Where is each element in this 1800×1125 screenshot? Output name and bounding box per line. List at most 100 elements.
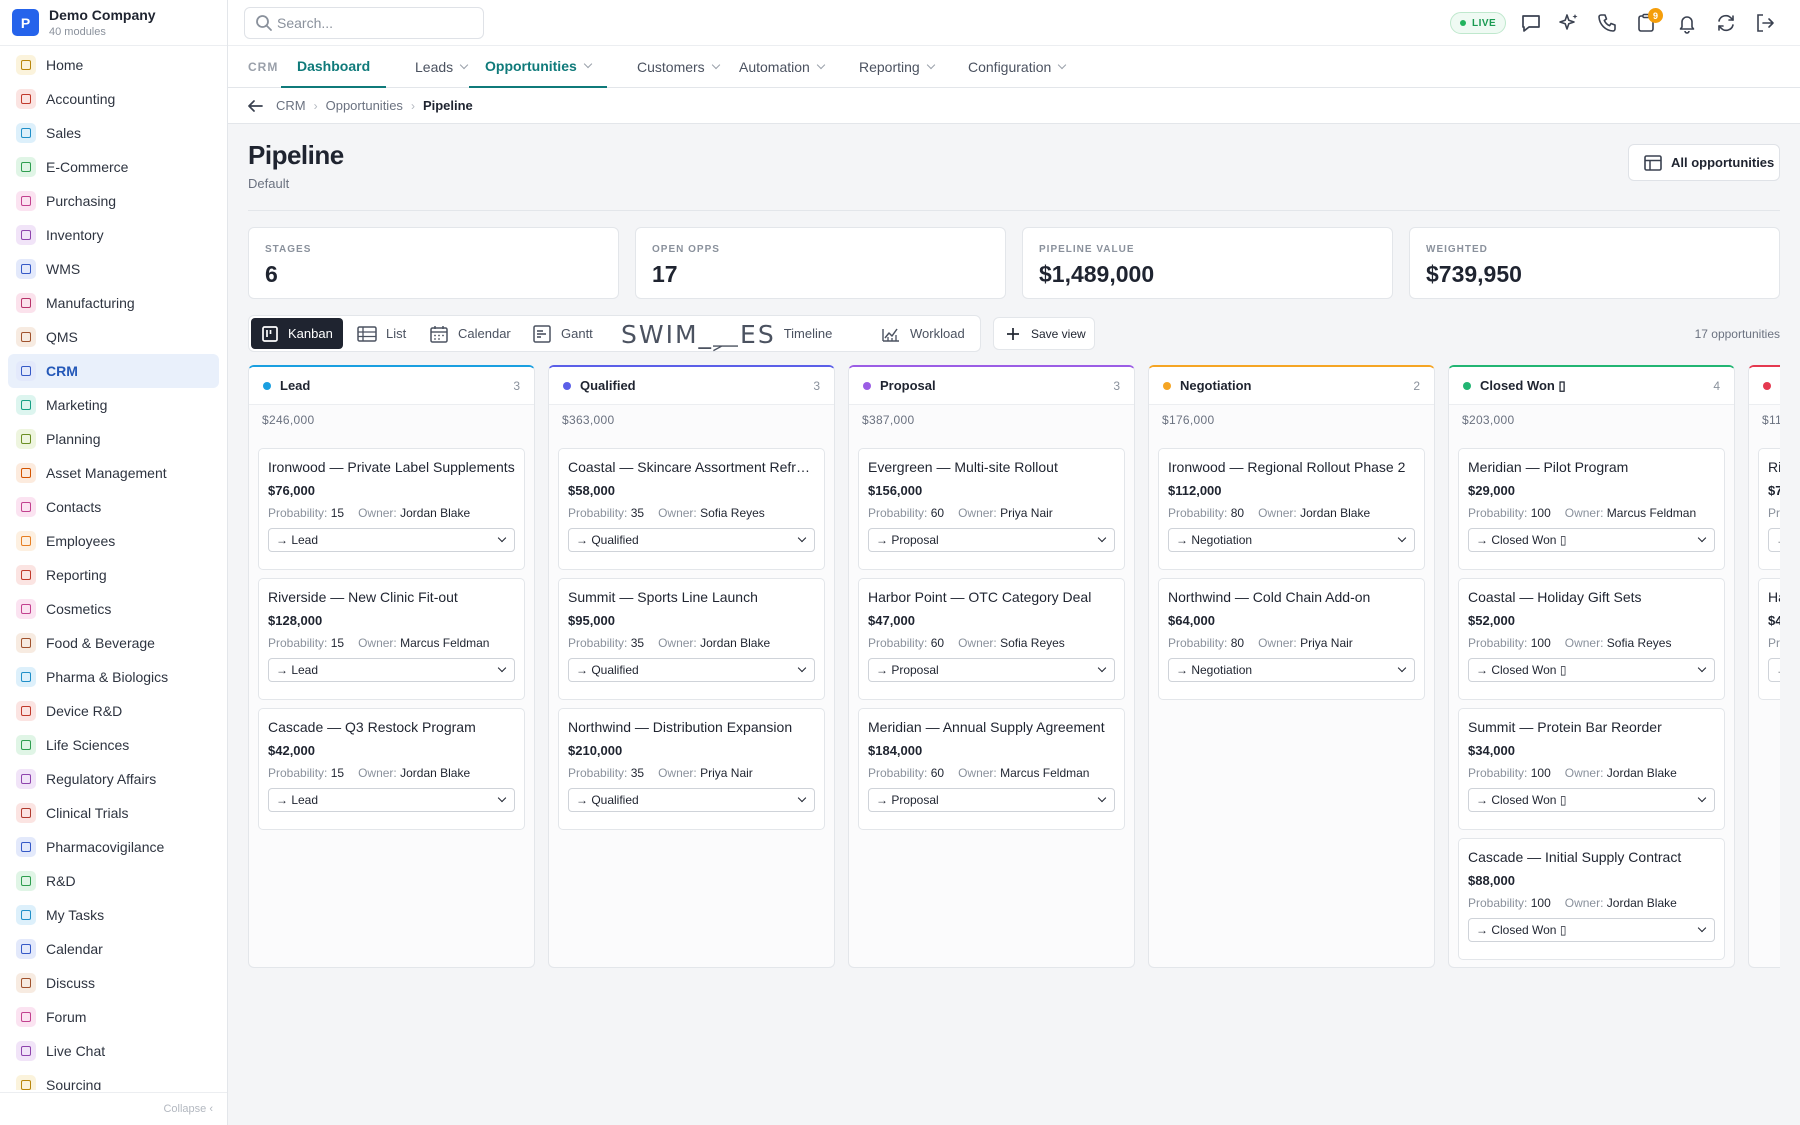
view-gantt[interactable]: Gantt <box>522 318 603 349</box>
sync-icon[interactable] <box>1713 10 1739 36</box>
sidebar-item-my-tasks[interactable]: My Tasks <box>8 898 219 932</box>
sidebar-item-marketing[interactable]: Marketing <box>8 388 219 422</box>
opportunity-title[interactable]: Northwind — Cold Chain Add-on <box>1168 589 1415 605</box>
sidebar-item-clinical-trials[interactable]: Clinical Trials <box>8 796 219 830</box>
opportunity-title[interactable]: Meridian — Annual Supply Agreement <box>868 719 1115 735</box>
sidebar-item-wms[interactable]: WMS <box>8 252 219 286</box>
opportunity-card[interactable]: Cascade — Initial Supply Contract $88,000… <box>1458 838 1725 960</box>
view-workload[interactable]: Workload <box>871 318 975 349</box>
all-opportunities-button[interactable]: All opportunities <box>1628 144 1780 181</box>
opportunity-card[interactable]: Ironwood — Private Label Supplements $76,… <box>258 448 525 570</box>
opportunity-title[interactable]: Coastal — Skincare Assortment Refresh <box>568 459 815 475</box>
stage-select[interactable]: → Proposal <box>868 528 1115 552</box>
stage-select[interactable]: → Negotiation <box>1168 658 1415 682</box>
search-box[interactable] <box>244 7 484 39</box>
opportunity-title[interactable]: Cascade — Q3 Restock Program <box>268 719 515 735</box>
opportunity-title[interactable]: Harbor Point — Private Label <box>1768 589 1780 605</box>
sidebar-item-reporting[interactable]: Reporting <box>8 558 219 592</box>
stage-select[interactable]: → Closed Won ▯ <box>1468 788 1715 812</box>
sidebar-item-food-beverage[interactable]: Food & Beverage <box>8 626 219 660</box>
opportunity-title[interactable]: Ironwood — Private Label Supplements <box>268 459 515 475</box>
sidebar-item-r-d[interactable]: R&D <box>8 864 219 898</box>
ai-sparkle-icon[interactable] <box>1556 10 1582 36</box>
sidebar-item-asset-management[interactable]: Asset Management <box>8 456 219 490</box>
logout-icon[interactable] <box>1752 10 1778 36</box>
sidebar-item-crm[interactable]: CRM <box>8 354 219 388</box>
sidebar-item-pharmacovigilance[interactable]: Pharmacovigilance <box>8 830 219 864</box>
sidebar-item-sales[interactable]: Sales <box>8 116 219 150</box>
view-timeline[interactable]: SWIM_⸐ES Timeline <box>611 318 842 349</box>
phone-icon[interactable] <box>1594 10 1620 36</box>
sidebar-item-life-sciences[interactable]: Life Sciences <box>8 728 219 762</box>
stage-select[interactable]: → Proposal <box>868 788 1115 812</box>
tab-customers[interactable]: Customers <box>621 46 735 88</box>
sidebar-item-e-commerce[interactable]: E-Commerce <box>8 150 219 184</box>
stage-select[interactable]: → Lead <box>268 658 515 682</box>
messages-icon[interactable] <box>1518 10 1544 36</box>
tab-configuration[interactable]: Configuration <box>952 46 1081 88</box>
sidebar-item-qms[interactable]: QMS <box>8 320 219 354</box>
opportunity-title[interactable]: Cascade — Initial Supply Contract <box>1468 849 1715 865</box>
sidebar-item-inventory[interactable]: Inventory <box>8 218 219 252</box>
tab-dashboard[interactable]: Dashboard <box>281 46 387 88</box>
opportunity-title[interactable]: Harbor Point — OTC Category Deal <box>868 589 1115 605</box>
sidebar-item-cosmetics[interactable]: Cosmetics <box>8 592 219 626</box>
opportunity-card[interactable]: Ironwood — Regional Rollout Phase 2 $112,… <box>1158 448 1425 570</box>
stage-select[interactable]: → Lead <box>268 788 515 812</box>
opportunity-card[interactable]: Riverside — Equipment Upgrade $71,000 Prob… <box>1758 448 1780 570</box>
stage-select[interactable]: → Qualified <box>568 528 815 552</box>
sidebar-item-manufacturing[interactable]: Manufacturing <box>8 286 219 320</box>
sidebar-item-planning[interactable]: Planning <box>8 422 219 456</box>
stage-select[interactable]: → Closed Lost <box>1768 528 1780 552</box>
breadcrumb-opportunities[interactable]: Opportunities <box>326 98 403 113</box>
opportunity-card[interactable]: Meridian — Pilot Program $29,000 Probabili… <box>1458 448 1725 570</box>
tasks-clipboard-icon[interactable]: 9 <box>1633 8 1663 36</box>
opportunity-card[interactable]: Coastal — Skincare Assortment Refresh $58… <box>558 448 825 570</box>
sidebar-item-employees[interactable]: Employees <box>8 524 219 558</box>
opportunity-title[interactable]: Summit — Protein Bar Reorder <box>1468 719 1715 735</box>
collapse-sidebar-button[interactable]: Collapse ‹ <box>0 1092 227 1125</box>
opportunity-title[interactable]: Coastal — Holiday Gift Sets <box>1468 589 1715 605</box>
stage-select[interactable]: → Closed Won ▯ <box>1468 658 1715 682</box>
opportunity-title[interactable]: Northwind — Distribution Expansion <box>568 719 815 735</box>
sidebar-item-contacts[interactable]: Contacts <box>8 490 219 524</box>
sidebar-item-accounting[interactable]: Accounting <box>8 82 219 116</box>
sidebar-item-discuss[interactable]: Discuss <box>8 966 219 1000</box>
opportunity-card[interactable]: Northwind — Cold Chain Add-on $64,000 Prob… <box>1158 578 1425 700</box>
sidebar-item-calendar[interactable]: Calendar <box>8 932 219 966</box>
sidebar-item-pharma-biologics[interactable]: Pharma & Biologics <box>8 660 219 694</box>
stage-select[interactable]: → Qualified <box>568 658 815 682</box>
stage-select[interactable]: → Negotiation <box>1168 528 1415 552</box>
opportunity-title[interactable]: Meridian — Pilot Program <box>1468 459 1715 475</box>
sidebar-item-device-r-d[interactable]: Device R&D <box>8 694 219 728</box>
opportunity-card[interactable]: Summit — Sports Line Launch $95,000 Probab… <box>558 578 825 700</box>
stage-select[interactable]: → Qualified <box>568 788 815 812</box>
breadcrumb-crm[interactable]: CRM <box>276 98 306 113</box>
save-view-button[interactable]: Save view <box>993 317 1095 350</box>
sidebar-item-home[interactable]: Home <box>8 48 219 82</box>
search-input[interactable] <box>277 15 467 31</box>
sidebar-item-forum[interactable]: Forum <box>8 1000 219 1034</box>
opportunity-card[interactable]: Coastal — Holiday Gift Sets $52,000 Probab… <box>1458 578 1725 700</box>
opportunity-card[interactable]: Summit — Protein Bar Reorder $34,000 Proba… <box>1458 708 1725 830</box>
view-calendar[interactable]: Calendar <box>419 318 521 349</box>
opportunity-title[interactable]: Riverside — Equipment Upgrade <box>1768 459 1780 475</box>
stage-select[interactable]: → Closed Won ▯ <box>1468 528 1715 552</box>
tab-reporting[interactable]: Reporting <box>843 46 950 88</box>
opportunity-card[interactable]: Evergreen — Multi-site Rollout $156,000 Pr… <box>858 448 1125 570</box>
tab-opportunities[interactable]: Opportunities <box>469 46 607 88</box>
stage-select[interactable]: → Lead <box>268 528 515 552</box>
tab-automation[interactable]: Automation <box>723 46 840 88</box>
opportunity-card[interactable]: Riverside — New Clinic Fit-out $128,000 Pr… <box>258 578 525 700</box>
stage-select[interactable]: → Closed Won ▯ <box>1468 918 1715 942</box>
sidebar-item-purchasing[interactable]: Purchasing <box>8 184 219 218</box>
stage-select[interactable]: → Closed Lost <box>1768 658 1780 682</box>
brand-header[interactable]: P Demo Company 40 modules <box>0 0 227 46</box>
sidebar-item-regulatory-affairs[interactable]: Regulatory Affairs <box>8 762 219 796</box>
view-list[interactable]: List <box>347 318 416 349</box>
sidebar-item-sourcing[interactable]: Sourcing <box>8 1068 219 1090</box>
opportunity-card[interactable]: Harbor Point — Private Label $43,000 Proba… <box>1758 578 1780 700</box>
opportunity-card[interactable]: Northwind — Distribution Expansion $210,0… <box>558 708 825 830</box>
opportunity-title[interactable]: Summit — Sports Line Launch <box>568 589 815 605</box>
opportunity-title[interactable]: Riverside — New Clinic Fit-out <box>268 589 515 605</box>
